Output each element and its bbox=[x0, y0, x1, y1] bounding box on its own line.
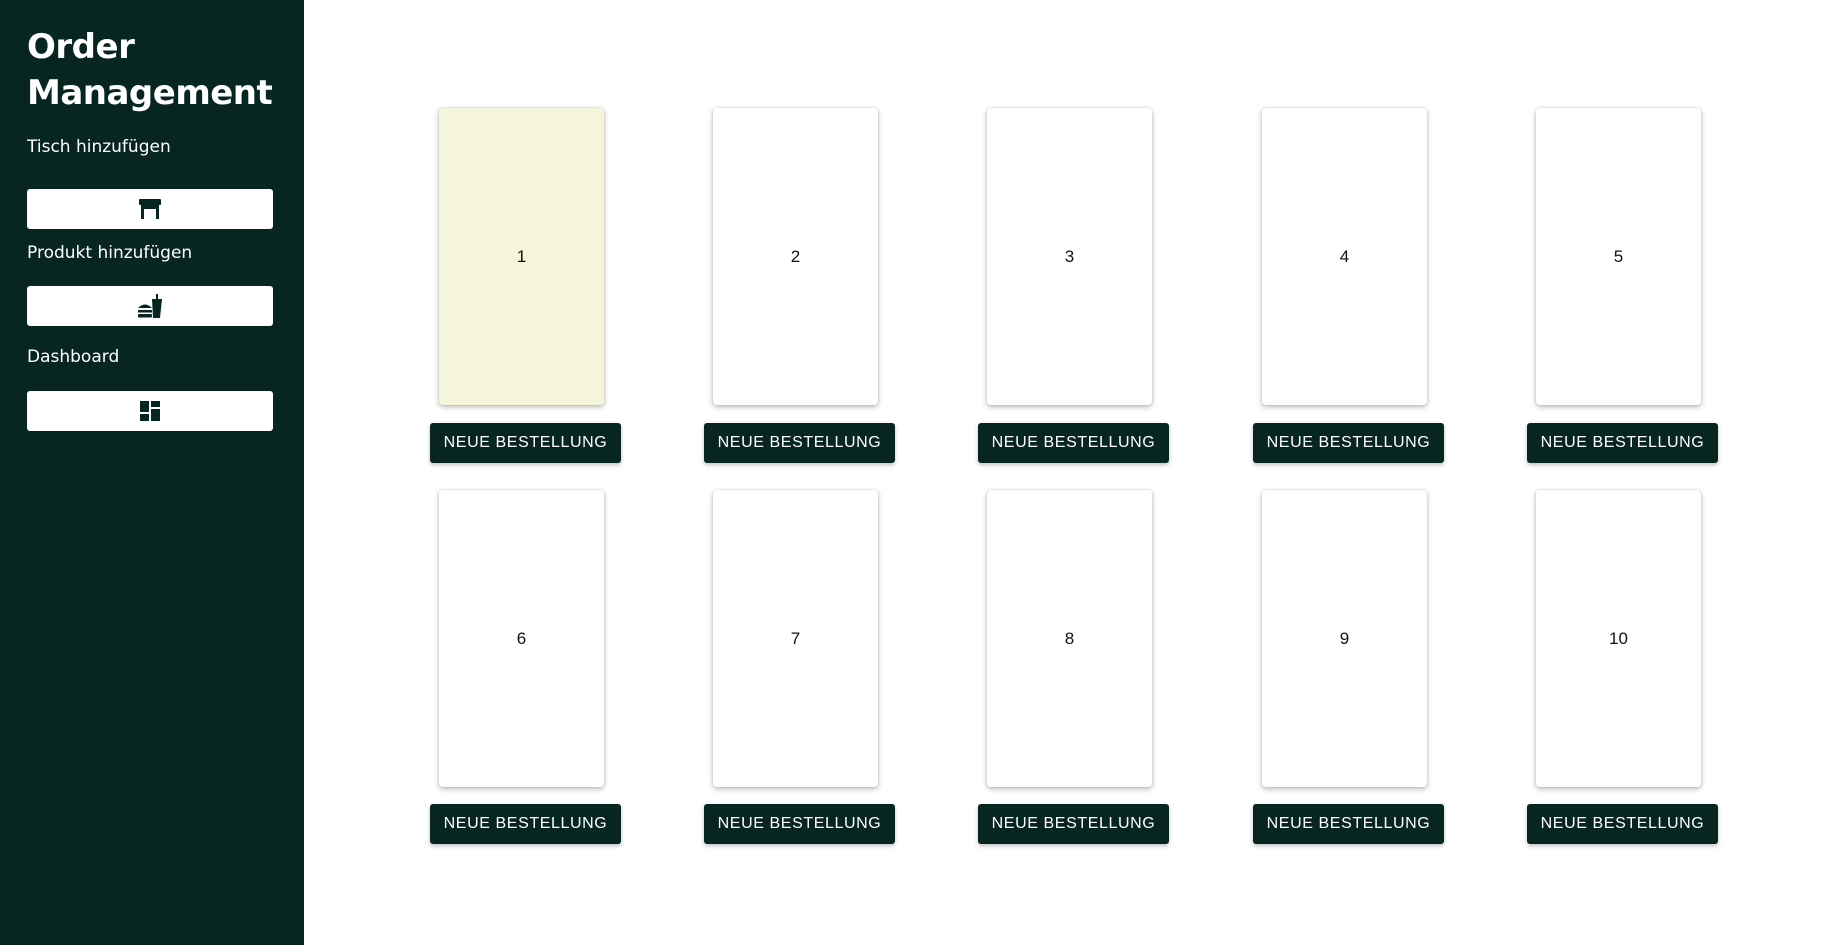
table-icon bbox=[138, 198, 162, 220]
table-card-6[interactable]: 6 bbox=[439, 490, 604, 787]
add-table-button[interactable] bbox=[27, 189, 273, 229]
table-card-1[interactable]: 1 bbox=[439, 108, 604, 405]
nav-label-add-table: Tisch hinzufügen bbox=[27, 137, 171, 157]
table-number: 5 bbox=[1613, 246, 1624, 266]
app-title: Order Management bbox=[27, 27, 273, 113]
new-order-button-2[interactable]: NEUE BESTELLUNG bbox=[704, 423, 895, 463]
app: Order Management Tisch hinzufügen Produkt… bbox=[0, 0, 1842, 945]
table-number: 8 bbox=[1064, 628, 1075, 648]
table-card-4[interactable]: 4 bbox=[1262, 108, 1427, 405]
new-order-button-10[interactable]: NEUE BESTELLUNG bbox=[1527, 804, 1718, 844]
table-number: 4 bbox=[1339, 246, 1350, 266]
table-number: 9 bbox=[1339, 628, 1350, 648]
table-card-7[interactable]: 7 bbox=[713, 490, 878, 787]
add-product-button[interactable] bbox=[27, 286, 273, 326]
fastfood-icon bbox=[137, 293, 163, 319]
table-card-8[interactable]: 8 bbox=[987, 490, 1152, 787]
table-card-2[interactable]: 2 bbox=[713, 108, 878, 405]
new-order-button-7[interactable]: NEUE BESTELLUNG bbox=[704, 804, 895, 844]
table-number: 6 bbox=[516, 628, 527, 648]
new-order-button-9[interactable]: NEUE BESTELLUNG bbox=[1253, 804, 1444, 844]
table-card-9[interactable]: 9 bbox=[1262, 490, 1427, 787]
nav-label-add-product: Produkt hinzufügen bbox=[27, 243, 193, 263]
table-number: 7 bbox=[790, 628, 801, 648]
new-order-button-6[interactable]: NEUE BESTELLUNG bbox=[430, 804, 621, 844]
new-order-button-1[interactable]: NEUE BESTELLUNG bbox=[430, 423, 621, 463]
sidebar: Order Management Tisch hinzufügen Produkt… bbox=[0, 0, 304, 945]
table-card-3[interactable]: 3 bbox=[987, 108, 1152, 405]
table-card-5[interactable]: 5 bbox=[1536, 108, 1701, 405]
new-order-button-4[interactable]: NEUE BESTELLUNG bbox=[1253, 423, 1444, 463]
table-card-10[interactable]: 10 bbox=[1536, 490, 1701, 787]
new-order-button-5[interactable]: NEUE BESTELLUNG bbox=[1527, 423, 1718, 463]
new-order-button-3[interactable]: NEUE BESTELLUNG bbox=[978, 423, 1169, 463]
dashboard-button[interactable] bbox=[27, 391, 273, 431]
table-number: 1 bbox=[516, 246, 527, 266]
table-number: 3 bbox=[1064, 246, 1075, 266]
table-number: 10 bbox=[1609, 628, 1628, 648]
new-order-button-8[interactable]: NEUE BESTELLUNG bbox=[978, 804, 1169, 844]
table-number: 2 bbox=[790, 246, 801, 266]
dashboard-icon bbox=[139, 400, 161, 422]
nav-label-dashboard: Dashboard bbox=[27, 347, 120, 367]
